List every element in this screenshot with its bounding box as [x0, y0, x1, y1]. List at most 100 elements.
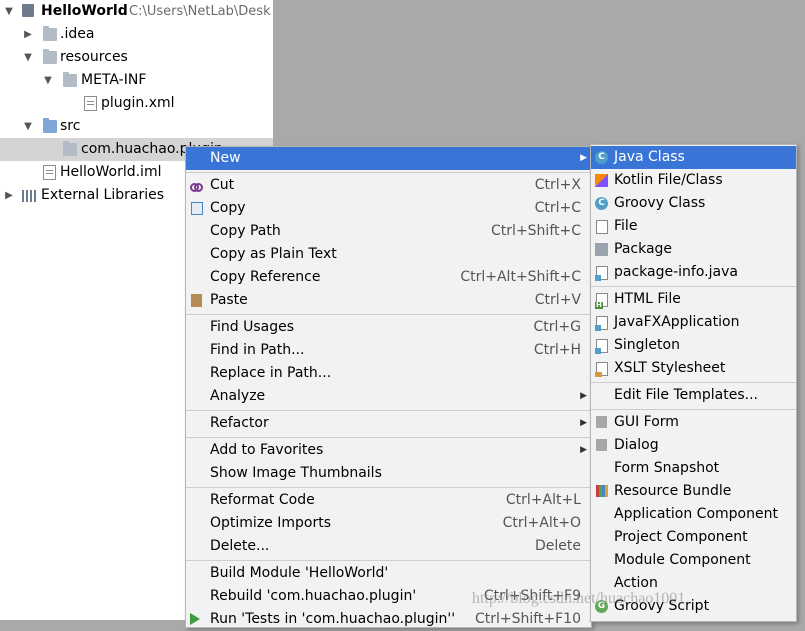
- tree-item-idea[interactable]: ▶ .idea: [0, 23, 273, 46]
- html-file-icon: [595, 293, 608, 309]
- submenu-item-html-file[interactable]: HTML File: [591, 288, 796, 311]
- menu-item-label: Delete...: [210, 538, 270, 554]
- chevron-right-icon[interactable]: ▶: [22, 23, 34, 46]
- submenu-item-label: Module Component: [614, 552, 751, 568]
- source-folder-icon: [43, 118, 57, 133]
- submenu-arrow-icon: ▶: [580, 418, 587, 428]
- menu-item-shortcut: Ctrl+Alt+L: [505, 492, 581, 508]
- menu-item-find-in-path[interactable]: Find in Path... Ctrl+H: [186, 339, 591, 362]
- submenu-arrow-icon: ▶: [580, 153, 587, 163]
- menu-separator: [186, 314, 591, 315]
- menu-item-shortcut: Ctrl+Shift+C: [491, 223, 581, 239]
- menu-separator: [186, 560, 591, 561]
- chevron-down-icon[interactable]: ▼: [3, 0, 15, 23]
- dialog-icon: [596, 439, 607, 451]
- java-class-icon: C: [595, 151, 608, 164]
- menu-item-refactor[interactable]: Refactor ▶: [186, 412, 591, 435]
- menu-item-optimize-imports[interactable]: Optimize Imports Ctrl+Alt+O: [186, 512, 591, 535]
- submenu-item-label: Application Component: [614, 506, 778, 522]
- menu-item-build-module[interactable]: Build Module 'HelloWorld': [186, 562, 591, 585]
- submenu-item-kotlin-file[interactable]: Kotlin File/Class: [591, 169, 796, 192]
- tree-item-resources[interactable]: ▼ resources: [0, 46, 273, 69]
- submenu-item-form-snapshot[interactable]: Form Snapshot: [591, 457, 796, 480]
- tree-item-label: plugin.xml: [101, 95, 175, 111]
- menu-item-replace-in-path[interactable]: Replace in Path...: [186, 362, 591, 385]
- tree-item-src[interactable]: ▼ src: [0, 115, 273, 138]
- menu-item-label: Add to Favorites: [210, 442, 324, 458]
- singleton-icon: [595, 339, 608, 354]
- submenu-item-edit-file-templates[interactable]: Edit File Templates...: [591, 384, 796, 407]
- tree-item-meta-inf[interactable]: ▼ META-INF: [0, 69, 273, 92]
- file-icon: [596, 220, 608, 234]
- menu-item-label: Rebuild 'com.huachao.plugin': [210, 588, 417, 604]
- submenu-item-package-info[interactable]: package-info.java: [591, 261, 796, 284]
- submenu-item-label: XSLT Stylesheet: [614, 360, 726, 376]
- chevron-right-icon[interactable]: ▶: [3, 184, 15, 207]
- submenu-item-gui-form[interactable]: GUI Form: [591, 411, 796, 434]
- menu-item-paste[interactable]: Paste Ctrl+V: [186, 289, 591, 312]
- submenu-item-label: Resource Bundle: [614, 483, 732, 499]
- copy-icon: [191, 202, 203, 215]
- submenu-item-singleton[interactable]: Singleton: [591, 334, 796, 357]
- xml-file-icon: [84, 96, 97, 111]
- menu-item-shortcut: Ctrl+C: [534, 200, 581, 216]
- menu-item-copy-path[interactable]: Copy Path Ctrl+Shift+C: [186, 220, 591, 243]
- menu-item-shortcut: Ctrl+Alt+Shift+C: [460, 269, 581, 285]
- submenu-item-project-component[interactable]: Project Component: [591, 526, 796, 549]
- submenu-item-java-class[interactable]: C Java Class: [591, 146, 796, 169]
- chevron-down-icon[interactable]: ▼: [22, 46, 34, 69]
- folder-icon: [43, 49, 57, 64]
- menu-item-label: New: [210, 150, 241, 166]
- menu-item-reformat-code[interactable]: Reformat Code Ctrl+Alt+L: [186, 489, 591, 512]
- tree-root-helloworld[interactable]: ▼ HelloWorld C:\Users\NetLab\Desk: [0, 0, 273, 23]
- menu-item-label: Refactor: [210, 415, 269, 431]
- gui-form-icon: [596, 416, 607, 428]
- chevron-down-icon[interactable]: ▼: [22, 115, 34, 138]
- submenu-item-dialog[interactable]: Dialog: [591, 434, 796, 457]
- menu-item-shortcut: Ctrl+G: [533, 319, 582, 335]
- submenu-item-label: Edit File Templates...: [614, 387, 758, 403]
- submenu-item-javafx-application[interactable]: JavaFXApplication: [591, 311, 796, 334]
- submenu-arrow-icon: ▶: [580, 445, 587, 455]
- menu-item-delete[interactable]: Delete... Delete: [186, 535, 591, 558]
- submenu-item-resource-bundle[interactable]: Resource Bundle: [591, 480, 796, 503]
- clipboard-icon: [191, 294, 202, 307]
- menu-item-label: Copy Reference: [210, 269, 321, 285]
- submenu-item-label: Form Snapshot: [614, 460, 720, 476]
- menu-separator: [591, 382, 796, 383]
- menu-item-show-image-thumbnails[interactable]: Show Image Thumbnails: [186, 462, 591, 485]
- menu-item-shortcut: Delete: [535, 538, 581, 554]
- menu-item-copy-reference[interactable]: Copy Reference Ctrl+Alt+Shift+C: [186, 266, 591, 289]
- menu-item-add-to-favorites[interactable]: Add to Favorites ▶: [186, 439, 591, 462]
- submenu-item-package[interactable]: Package: [591, 238, 796, 261]
- javafx-icon: [595, 316, 608, 331]
- menu-item-analyze[interactable]: Analyze ▶: [186, 385, 591, 408]
- menu-separator: [186, 410, 591, 411]
- menu-item-new[interactable]: New ▶: [186, 147, 591, 170]
- menu-item-copy-plain-text[interactable]: Copy as Plain Text: [186, 243, 591, 266]
- chevron-down-icon[interactable]: ▼: [42, 69, 54, 92]
- menu-item-label: Show Image Thumbnails: [210, 465, 382, 481]
- menu-separator: [186, 172, 591, 173]
- submenu-item-label: package-info.java: [614, 264, 738, 280]
- submenu-item-label: JavaFXApplication: [614, 314, 740, 330]
- menu-item-label: Reformat Code: [210, 492, 315, 508]
- submenu-item-module-component[interactable]: Module Component: [591, 549, 796, 572]
- menu-item-copy[interactable]: Copy Ctrl+C: [186, 197, 591, 220]
- menu-item-cut[interactable]: Cut Ctrl+X: [186, 174, 591, 197]
- submenu-item-application-component[interactable]: Application Component: [591, 503, 796, 526]
- scissors-icon: [190, 179, 203, 192]
- tree-item-plugin-xml[interactable]: plugin.xml: [0, 92, 273, 115]
- submenu-item-label: Kotlin File/Class: [614, 172, 723, 188]
- submenu-item-label: Dialog: [614, 437, 659, 453]
- package-icon: [63, 141, 77, 156]
- tree-item-label: src: [60, 118, 81, 134]
- submenu-item-label: GUI Form: [614, 414, 679, 430]
- submenu-item-xslt-stylesheet[interactable]: XSLT Stylesheet: [591, 357, 796, 380]
- menu-item-find-usages[interactable]: Find Usages Ctrl+G: [186, 316, 591, 339]
- menu-item-label: Optimize Imports: [210, 515, 331, 531]
- submenu-item-groovy-class[interactable]: C Groovy Class: [591, 192, 796, 215]
- submenu-item-file[interactable]: File: [591, 215, 796, 238]
- library-icon: [22, 190, 36, 202]
- groovy-class-icon: C: [595, 197, 608, 210]
